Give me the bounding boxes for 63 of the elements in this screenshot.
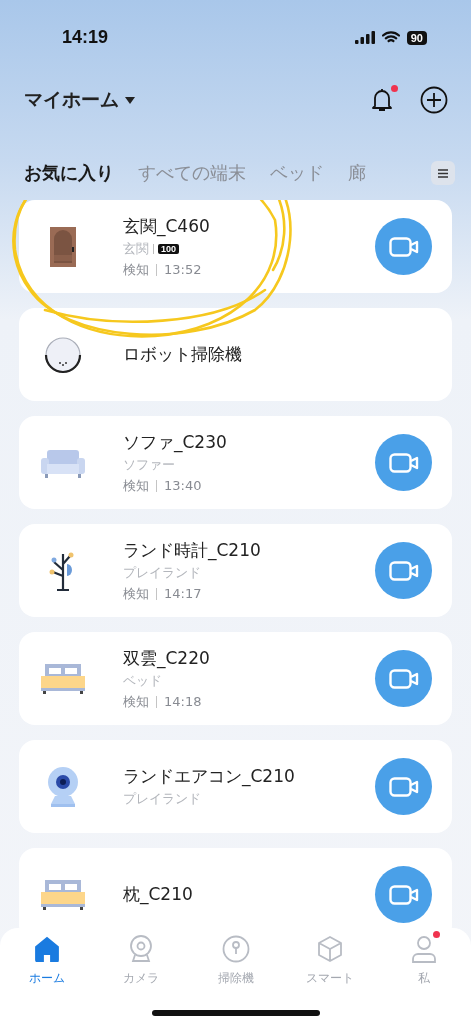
category-tab[interactable]: お気に入り [24,161,114,185]
camera-button[interactable] [375,542,432,599]
battery-badge: 100 [158,244,180,254]
device-card[interactable]: 双雲_C220 ベッド 検知 14:18 [19,632,452,725]
bed-icon [41,663,85,694]
home-selector[interactable]: マイホーム [24,87,135,113]
camera-button[interactable] [375,650,432,707]
nav-tab[interactable]: ホーム [14,934,80,987]
robot-vacuum-icon [221,935,250,963]
device-name: 玄関_C460 [123,214,211,238]
signal-icon [354,31,375,44]
device-name: ロボット掃除機 [123,343,243,366]
bell-icon[interactable] [370,87,394,113]
caret-icon [125,96,135,104]
camera-button[interactable] [375,434,432,491]
video-camera-icon [388,452,419,473]
menu-icon [438,168,448,178]
video-camera-icon [388,776,419,797]
device-room: ソファー [123,456,175,474]
detection-label: 検知 [123,476,149,495]
camera-button[interactable] [375,758,432,815]
detection-time: 13:52 [164,262,202,277]
video-camera-icon [388,560,419,581]
device-card[interactable]: ランド時計_C210 プレイランド 検知 14:17 [19,524,452,617]
add-icon[interactable] [420,86,448,114]
sofa-icon [41,447,85,478]
device-room: ベッド [123,672,162,690]
robot-vacuum-icon [44,335,82,374]
webcam-icon [128,935,155,963]
device-room: プレイランド [123,564,201,582]
status-time: 14:19 [62,27,109,48]
wifi-icon [381,31,400,44]
device-name: 枕_C210 [123,883,194,906]
device-name: 双雲_C220 [123,646,211,670]
device-room: 玄関 [123,240,149,258]
video-camera-icon [388,884,419,905]
person-icon [411,935,437,963]
device-card[interactable]: 玄関_C460 玄関 100 検知 13:52 [19,200,452,293]
video-camera-icon [388,236,419,257]
detection-time: 13:40 [164,478,202,493]
device-card[interactable]: ロボット掃除機 [19,308,452,401]
camera-button[interactable] [375,218,432,275]
bed-icon [41,879,85,910]
menu-button[interactable] [431,161,455,185]
camera-button[interactable] [375,866,432,923]
door-icon [50,226,76,267]
detection-time: 14:18 [164,694,202,709]
detection-time: 14:17 [164,586,202,601]
detection-label: 検知 [123,692,149,711]
device-card[interactable]: ソファ_C230 ソファー 検知 13:40 [19,416,452,509]
detection-label: 検知 [123,584,149,603]
detection-label: 検知 [123,260,149,279]
home-icon [34,936,60,962]
webcam-icon [47,765,79,808]
cube-icon [315,935,344,963]
device-name: ランド時計_C210 [123,538,262,562]
device-card[interactable]: 枕_C210 [19,848,452,928]
device-name: ランドエアコン_C210 [123,765,296,788]
device-room: プレイランド [123,791,201,808]
video-camera-icon [388,668,419,689]
device-name: ソファ_C230 [123,430,228,454]
battery-level: 90 [406,30,427,45]
device-card[interactable]: ランドエアコン_C210 プレイランド [19,740,452,833]
